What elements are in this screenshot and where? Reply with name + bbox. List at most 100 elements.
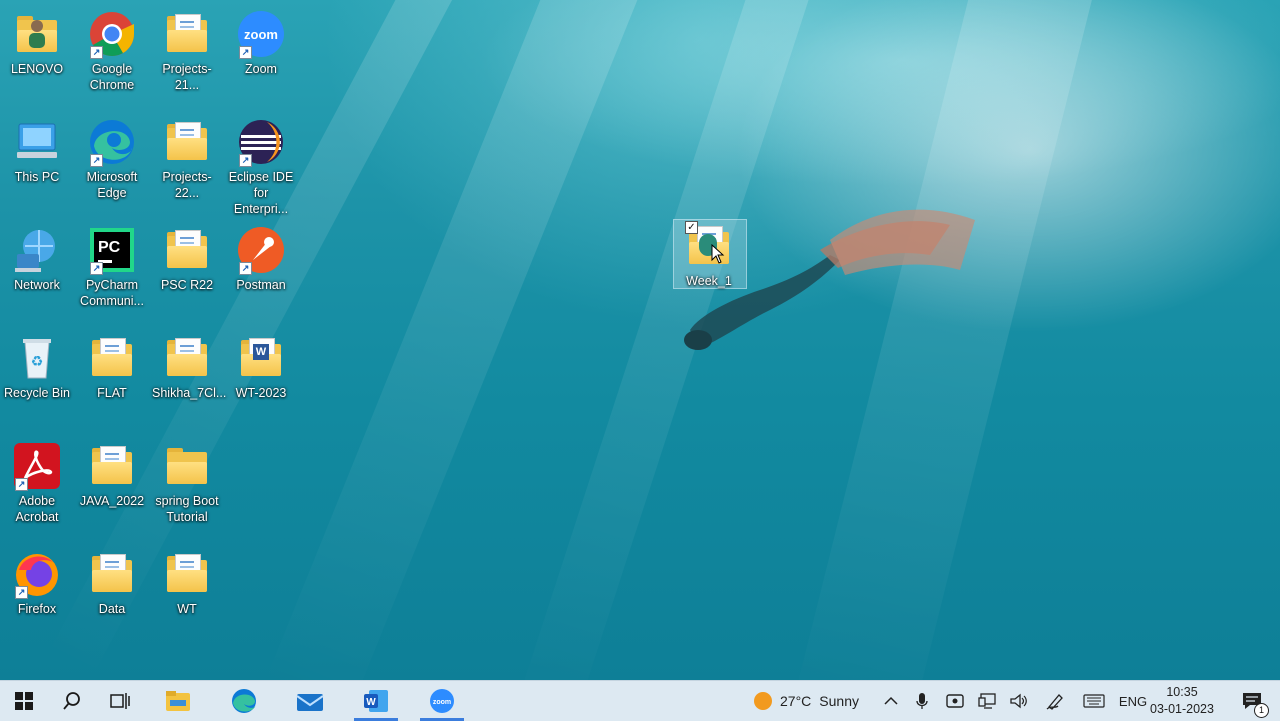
desktop-icon-google-chrome[interactable]: ↗ Google Chrome <box>75 6 149 93</box>
desktop-icon-pycharm[interactable]: PC ↗ PyCharm Communi... <box>75 222 149 309</box>
desktop-icon-week-1[interactable]: Week_1 <box>672 218 746 289</box>
folder-icon <box>163 334 211 382</box>
taskbar-app-edge[interactable] <box>216 681 272 721</box>
desktop-icon-eclipse-ide[interactable]: ↗ Eclipse IDE for Enterpri... <box>224 114 298 217</box>
zoom-icon: zoom <box>430 689 454 713</box>
icon-label: PyCharm Communi... <box>80 278 144 308</box>
tray-screen-capture[interactable] <box>942 681 968 721</box>
task-view-button[interactable] <box>98 681 142 721</box>
folder-icon <box>163 226 211 274</box>
tray-pen-workspace[interactable] <box>1042 681 1068 721</box>
word-icon: W <box>364 690 388 712</box>
pycharm-icon: PC ↗ <box>88 226 136 275</box>
icon-label: Data <box>98 602 126 616</box>
icon-label: LENOVO <box>10 62 64 76</box>
shortcut-arrow-icon: ↗ <box>90 262 103 275</box>
network-status-icon <box>978 693 996 709</box>
task-view-icon <box>110 693 130 709</box>
desktop-icon-wt[interactable]: WT <box>150 546 224 617</box>
icon-label: Firefox <box>17 602 57 616</box>
microphone-icon <box>916 693 928 709</box>
desktop-icon-lenovo[interactable]: LENOVO <box>0 6 74 77</box>
user-folder-icon <box>13 10 61 58</box>
desktop-icon-data[interactable]: Data <box>75 546 149 617</box>
notification-center-button[interactable]: 1 <box>1232 681 1272 721</box>
desktop-icon-spring-boot-tutorial[interactable]: spring Boot Tutorial <box>150 438 224 525</box>
firefox-icon: ↗ <box>13 550 61 599</box>
shortcut-arrow-icon: ↗ <box>239 154 252 167</box>
tray-touch-keyboard[interactable] <box>1080 681 1108 721</box>
clock-time: 10:35 <box>1166 685 1198 699</box>
desktop-icon-flat[interactable]: FLAT <box>75 330 149 401</box>
icon-label: JAVA_2022 <box>79 494 145 508</box>
desktop-icon-psc-r22[interactable]: PSC R22 <box>150 222 224 293</box>
start-button[interactable] <box>2 681 46 721</box>
svg-text:♻: ♻ <box>31 354 44 370</box>
tray-microphone[interactable] <box>910 681 934 721</box>
desktop-icon-shikha[interactable]: Shikha_7Cl... <box>150 330 226 401</box>
mail-icon <box>296 694 324 711</box>
desktop-icon-projects-22[interactable]: Projects-22... <box>150 114 224 201</box>
search-button[interactable] <box>50 681 94 721</box>
folder-icon <box>163 118 211 166</box>
taskbar: W zoom 27°C Sunny ENG 10:35 03-01-2023 1 <box>0 680 1280 721</box>
folder-icon <box>88 550 136 598</box>
icon-label: Network <box>14 278 60 292</box>
folder-icon <box>163 10 211 58</box>
taskbar-app-word[interactable]: W <box>348 681 404 721</box>
icon-label: Postman <box>236 278 286 292</box>
acrobat-icon: ↗ <box>13 442 61 491</box>
desktop-icon-adobe-acrobat[interactable]: ↗ Adobe Acrobat <box>0 438 74 525</box>
shortcut-arrow-icon: ↗ <box>15 586 28 599</box>
zoom-icon: zoom ↗ <box>237 10 285 59</box>
svg-text:zoom: zoom <box>244 27 278 42</box>
taskbar-app-file-explorer[interactable] <box>150 681 206 721</box>
keyboard-icon <box>1083 694 1105 708</box>
icon-label: Recycle Bin <box>4 386 70 400</box>
network-icon <box>13 226 61 274</box>
desktop-icon-java-2022[interactable]: JAVA_2022 <box>75 438 149 509</box>
edge-icon: ↗ <box>88 118 136 167</box>
desktop-icon-postman[interactable]: ↗ Postman <box>224 222 298 293</box>
postman-icon: ↗ <box>237 226 285 275</box>
shortcut-arrow-icon: ↗ <box>90 154 103 167</box>
edge-icon <box>232 689 256 713</box>
show-hidden-icons-button[interactable] <box>878 681 904 721</box>
icon-label: Eclipse IDE for Enterpri... <box>228 170 294 216</box>
icon-label: Adobe Acrobat <box>15 494 59 524</box>
desktop-icon-wt-2023[interactable]: W WT-2023 <box>224 330 298 401</box>
shortcut-arrow-icon: ↗ <box>239 262 252 275</box>
taskbar-app-zoom[interactable]: zoom <box>414 681 470 721</box>
tray-volume[interactable] <box>1006 681 1032 721</box>
speaker-icon <box>1010 693 1027 709</box>
desktop-icon-zoom[interactable]: zoom ↗ Zoom <box>224 6 298 77</box>
icon-label: Microsoft Edge <box>86 170 138 200</box>
clock-date: 03-01-2023 <box>1150 702 1214 716</box>
word-folder-icon: W <box>237 334 285 382</box>
mouse-cursor-icon <box>711 244 725 264</box>
icon-label: Week_1 <box>686 274 732 288</box>
icon-label: spring Boot Tutorial <box>155 494 219 524</box>
desktop-icon-projects-21[interactable]: Projects-21... <box>150 6 224 93</box>
clock[interactable]: 10:35 03-01-2023 <box>1142 684 1222 718</box>
desktop-icon-network[interactable]: Network <box>0 222 74 293</box>
folder-icon <box>163 442 211 490</box>
desktop-icon-firefox[interactable]: ↗ Firefox <box>0 546 74 617</box>
this-pc-icon <box>13 118 61 166</box>
desktop-icon-this-pc[interactable]: This PC <box>0 114 74 185</box>
taskbar-app-mail[interactable] <box>282 681 338 721</box>
weather-widget[interactable]: 27°C Sunny <box>752 681 872 721</box>
desktop[interactable]: LENOVO ↗ Google Chrome Projects-21... zo… <box>0 0 1280 680</box>
search-icon <box>63 692 80 710</box>
selection-checkbox[interactable]: ✓ <box>685 221 698 234</box>
shortcut-arrow-icon: ↗ <box>15 478 28 491</box>
svg-text:zoom: zoom <box>433 699 451 706</box>
sun-icon <box>754 692 772 710</box>
folder-icon <box>88 442 136 490</box>
tray-network[interactable] <box>974 681 1000 721</box>
icon-label: Projects-21... <box>162 62 212 92</box>
desktop-icon-recycle-bin[interactable]: ♻ Recycle Bin <box>0 330 74 401</box>
icon-label: WT-2023 <box>235 386 287 400</box>
folder-icon <box>88 334 136 382</box>
desktop-icon-microsoft-edge[interactable]: ↗ Microsoft Edge <box>75 114 149 201</box>
